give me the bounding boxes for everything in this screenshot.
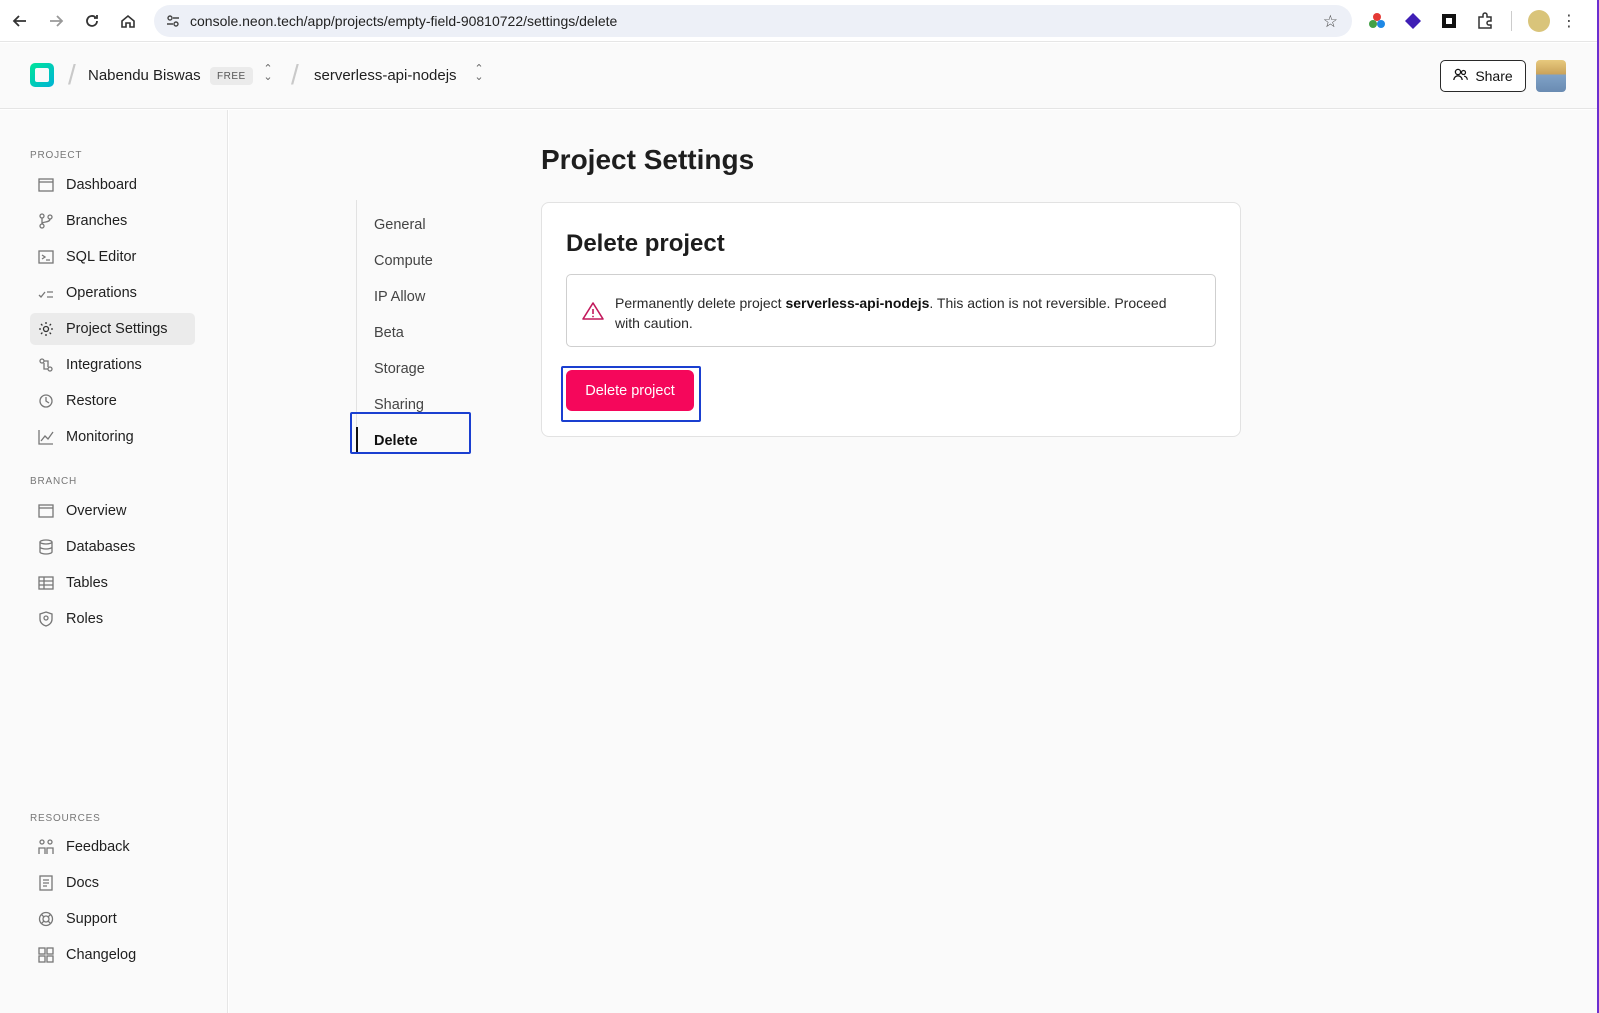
url-text[interactable]: console.neon.tech/app/projects/empty-fie… <box>190 13 617 29</box>
sidebar-item-databases[interactable]: Databases <box>30 531 195 563</box>
warning-triangle-icon <box>582 301 604 321</box>
feedback-icon <box>37 838 55 856</box>
sidebar-item-tables[interactable]: Tables <box>30 567 195 599</box>
section-label-resources: RESOURCES <box>30 813 101 824</box>
docs-icon <box>37 874 55 892</box>
sidebar-item-project-settings[interactable]: Project Settings <box>30 313 195 345</box>
sidebar-item-label: Databases <box>66 539 136 555</box>
reload-icon[interactable] <box>81 10 103 32</box>
sidebar-item-sql-editor[interactable]: SQL Editor <box>30 241 195 273</box>
project-name[interactable]: serverless-api-nodejs <box>314 67 457 84</box>
warning-text: Permanently delete project serverless-ap… <box>615 295 1167 331</box>
warning-project-name: serverless-api-nodejs <box>785 295 930 311</box>
users-icon <box>1453 68 1469 84</box>
plan-badge: FREE <box>210 67 253 85</box>
integrations-icon <box>37 356 55 374</box>
star-icon[interactable]: ☆ <box>1323 12 1338 32</box>
sidebar-item-label: Tables <box>66 575 108 591</box>
role-icon <box>37 610 55 628</box>
sidebar-item-operations[interactable]: Operations <box>30 277 195 309</box>
sidebar-item-label: Overview <box>66 503 127 519</box>
share-label: Share <box>1475 68 1513 84</box>
table-icon <box>37 574 55 592</box>
section-label-branch: BRANCH <box>30 476 78 487</box>
diamond-extension-icon[interactable] <box>1403 11 1423 31</box>
site-info-icon[interactable] <box>164 12 182 30</box>
overview-icon <box>37 502 55 520</box>
tab-sharing[interactable]: Sharing <box>374 397 424 413</box>
sidebar-item-overview[interactable]: Overview <box>30 495 195 527</box>
terminal-icon <box>37 248 55 266</box>
sidebar-item-label: Support <box>66 911 117 927</box>
changelog-icon <box>37 946 55 964</box>
main-content: Project Settings General Compute IP Allo… <box>229 110 1599 1013</box>
tab-ip-allow[interactable]: IP Allow <box>374 289 425 305</box>
tab-storage[interactable]: Storage <box>374 361 425 377</box>
sidebar-item-support[interactable]: Support <box>30 903 195 935</box>
branch-icon <box>37 212 55 230</box>
sidebar-item-roles[interactable]: Roles <box>30 603 195 635</box>
section-label-project: PROJECT <box>30 150 83 161</box>
delete-button-highlight <box>561 366 701 422</box>
sidebar-item-dashboard[interactable]: Dashboard <box>30 169 195 201</box>
sidebar-item-branches[interactable]: Branches <box>30 205 195 237</box>
tab-beta[interactable]: Beta <box>374 325 404 341</box>
database-icon <box>37 538 55 556</box>
sidebar-item-restore[interactable]: Restore <box>30 385 195 417</box>
app-header: / Nabendu Biswas FREE ⌃ ⌄ / serverless-ap… <box>0 43 1599 109</box>
page-title: Project Settings <box>541 144 755 175</box>
tab-general[interactable]: General <box>374 217 426 233</box>
clock-icon <box>37 392 55 410</box>
neon-logo[interactable] <box>30 63 54 87</box>
breadcrumb-separator: / <box>291 59 299 90</box>
org-name[interactable]: Nabendu Biswas <box>88 67 201 84</box>
sidebar-item-label: Operations <box>66 285 137 301</box>
sidebar-item-label: Docs <box>66 875 100 891</box>
sidebar-item-label: Branches <box>66 213 128 229</box>
home-icon[interactable] <box>117 10 139 32</box>
support-icon <box>37 910 55 928</box>
sidebar-item-label: Dashboard <box>66 177 137 193</box>
sidebar-item-label: Roles <box>66 611 104 627</box>
user-avatar[interactable] <box>1536 60 1566 92</box>
delete-tab-highlight <box>350 412 471 454</box>
sidebar-item-label: Monitoring <box>66 429 134 445</box>
address-bar[interactable]: console.neon.tech/app/projects/empty-fie… <box>154 5 1352 37</box>
operations-icon <box>37 284 55 302</box>
sidebar-item-label: Project Settings <box>66 321 168 337</box>
chart-icon <box>37 428 55 446</box>
share-button[interactable]: Share <box>1440 60 1526 92</box>
back-arrow-icon[interactable] <box>9 10 31 32</box>
square-extension-icon[interactable] <box>1439 11 1459 31</box>
sidebar: PROJECT Dashboard Branches SQL Editor Op… <box>0 110 228 1013</box>
sidebar-item-docs[interactable]: Docs <box>30 867 195 899</box>
sidebar-item-label: Integrations <box>66 357 142 373</box>
sidebar-item-label: Changelog <box>66 947 137 963</box>
sidebar-item-label: SQL Editor <box>66 249 137 265</box>
forward-arrow-icon[interactable] <box>45 10 67 32</box>
sidebar-item-label: Restore <box>66 393 117 409</box>
puzzle-icon[interactable] <box>1475 11 1495 31</box>
sidebar-item-monitoring[interactable]: Monitoring <box>30 421 195 453</box>
dashboard-icon <box>37 176 55 194</box>
toolbar-divider <box>1511 11 1512 31</box>
warning-callout: Permanently delete project serverless-ap… <box>566 274 1216 347</box>
browser-toolbar: console.neon.tech/app/projects/empty-fie… <box>0 0 1599 42</box>
sidebar-item-changelog[interactable]: Changelog <box>30 939 195 971</box>
sidebar-item-integrations[interactable]: Integrations <box>30 349 195 381</box>
project-switcher-chevron-icon[interactable]: ⌃ ⌄ <box>474 64 484 83</box>
profile-avatar[interactable] <box>1528 10 1550 32</box>
sidebar-item-label: Feedback <box>66 839 130 855</box>
breadcrumb-separator: / <box>68 59 76 90</box>
sidebar-item-feedback[interactable]: Feedback <box>30 831 195 863</box>
tab-compute[interactable]: Compute <box>374 253 433 269</box>
color-extension-icon[interactable] <box>1367 11 1387 31</box>
org-switcher-chevron-icon[interactable]: ⌃ ⌄ <box>263 64 273 83</box>
gear-icon <box>37 320 55 338</box>
kebab-icon[interactable]: ⋮ <box>1561 11 1577 31</box>
card-title: Delete project <box>566 230 725 257</box>
